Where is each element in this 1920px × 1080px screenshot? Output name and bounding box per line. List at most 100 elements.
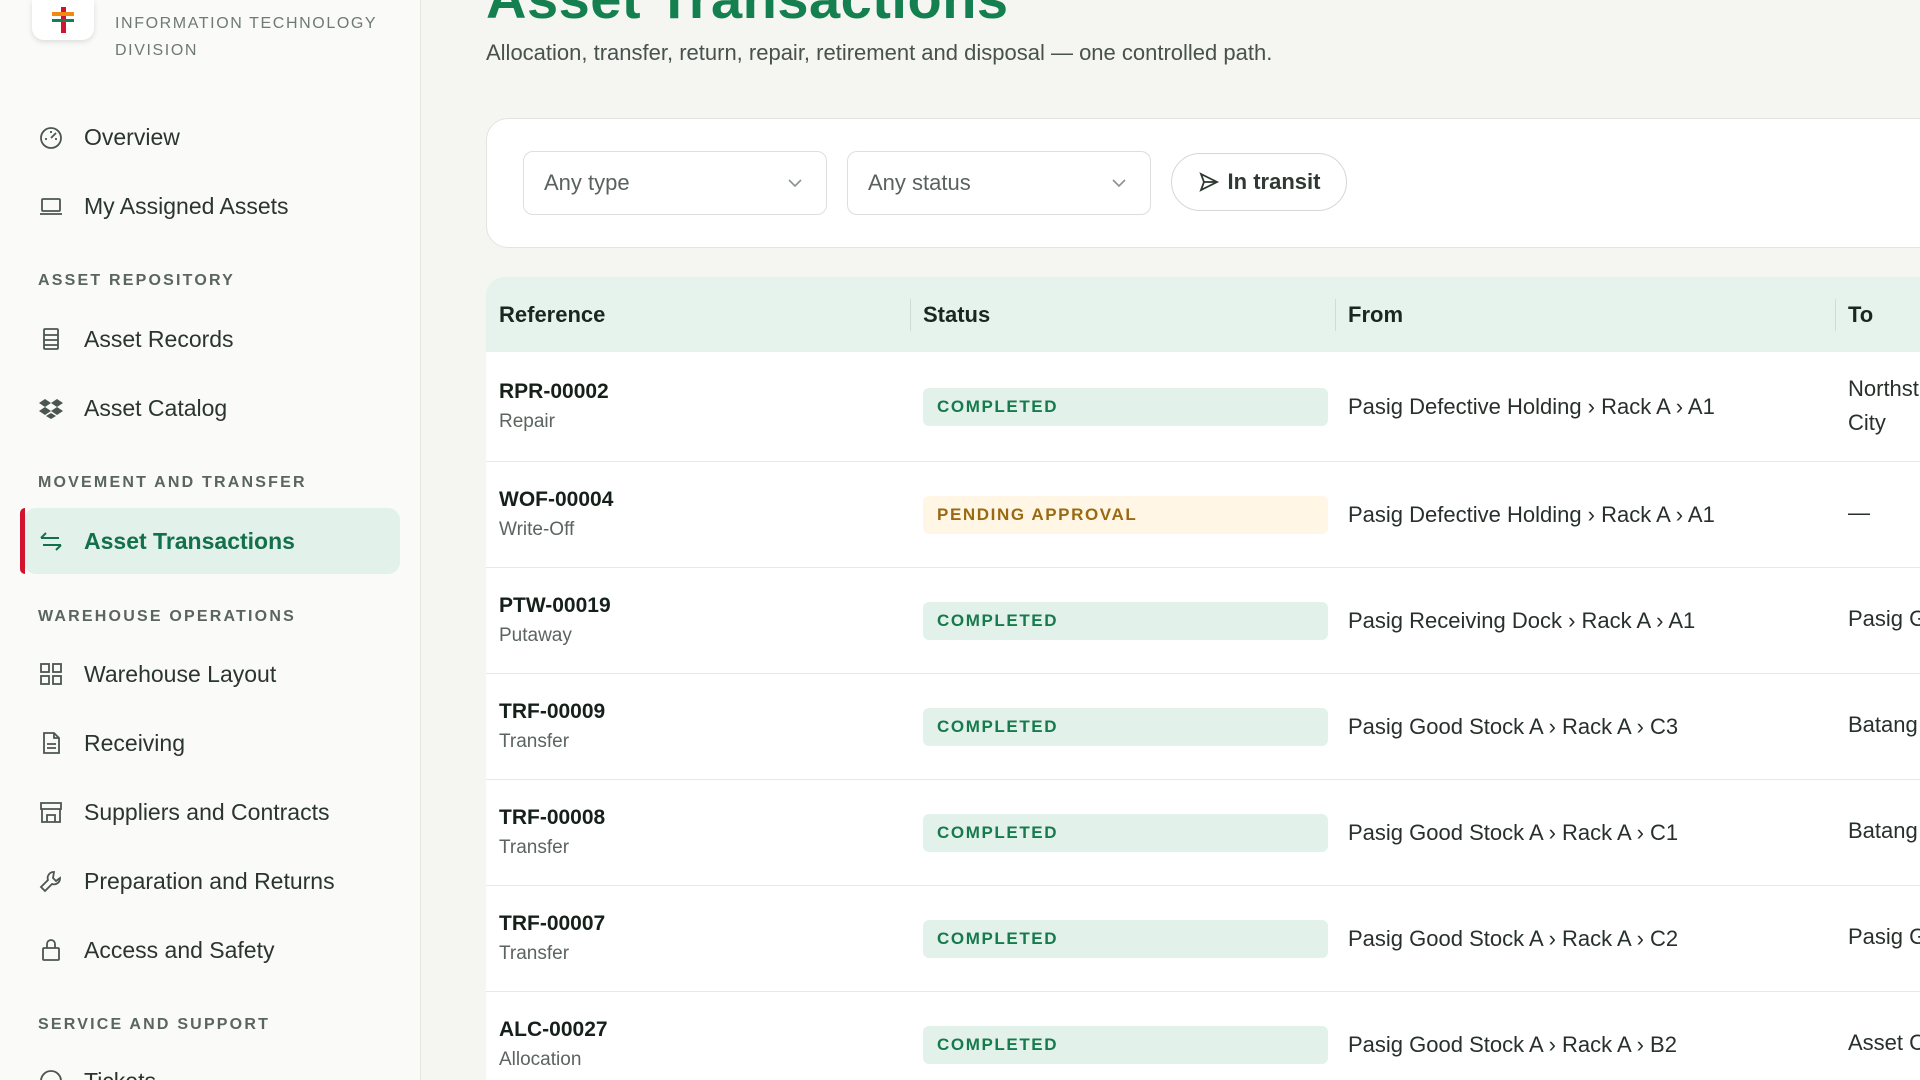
status-badge: COMPLETED [923,920,1328,958]
column-header-reference[interactable]: Reference [499,277,605,352]
from-location: Pasig Defective Holding › Rack A › A1 [1348,502,1715,527]
from-location: Pasig Receiving Dock › Rack A › A1 [1348,608,1696,633]
type-filter-value: Any type [544,170,630,195]
dropbox-icon [38,395,64,421]
sidebar-item-asset-transactions[interactable]: Asset Transactions [20,508,400,574]
type-filter-select[interactable]: Any type [523,151,827,215]
to-location: Pasig G [1848,606,1920,631]
brand-division-line2: DIVISION [115,42,199,59]
transaction-type: Putaway [499,625,572,646]
brand: INFORMATION TECHNOLOGY DIVISION [32,0,376,70]
sidebar-item-label: Asset Catalog [84,394,228,421]
section-label-asset-repository: ASSET REPOSITORY [38,272,236,289]
table-header: Reference Status From To [486,277,1920,352]
to-location: Batang [1848,712,1918,737]
table-row[interactable]: TRF-00007 Transfer COMPLETED Pasig Good … [486,886,1920,992]
laptop-icon [38,193,64,219]
from-location: Pasig Good Stock A › Rack A › B2 [1348,1032,1677,1057]
table-row[interactable]: TRF-00009 Transfer COMPLETED Pasig Good … [486,674,1920,780]
document-icon [38,730,64,756]
status-filter-value: Any status [868,170,971,195]
table-row[interactable]: ALC-00027 Allocation COMPLETED Pasig Goo… [486,992,1920,1080]
reference-code[interactable]: TRF-00009 [499,700,605,724]
to-location: — [1848,500,1870,525]
status-badge: PENDING APPROVAL [923,496,1328,534]
status-badge: COMPLETED [923,1026,1328,1064]
gauge-icon [38,124,64,150]
reference-code[interactable]: WOF-00004 [499,488,613,512]
status-badge: COMPLETED [923,602,1328,640]
transaction-type: Repair [499,411,555,432]
sidebar-item-label: Receiving [84,729,185,756]
transaction-type: Transfer [499,837,570,858]
column-header-status[interactable]: Status [923,277,990,352]
sidebar-item-asset-catalog[interactable]: Asset Catalog [24,375,400,441]
sidebar-item-access-and-safety[interactable]: Access and Safety [24,917,400,983]
in-transit-button[interactable]: In transit [1171,153,1347,211]
sidebar-item-my-assigned-assets[interactable]: My Assigned Assets [24,173,400,239]
status-badge: COMPLETED [923,388,1328,426]
column-header-to[interactable]: To [1848,277,1873,352]
sidebar-item-label: Suppliers and Contracts [84,798,330,825]
sidebar-item-suppliers-and-contracts[interactable]: Suppliers and Contracts [24,779,400,845]
sidebar-item-label: Warehouse Layout [84,660,277,687]
sidebar-item-label: Preparation and Returns [84,867,335,894]
to-location-line2: City [1848,410,1886,435]
to-location-line1: Northst [1848,376,1919,401]
chevron-down-icon [788,179,802,188]
transactions-table: Reference Status From To RPR-00002 Repai… [486,277,1920,1080]
reference-code[interactable]: TRF-00007 [499,912,605,936]
sidebar-item-tickets[interactable]: Tickets [24,1048,400,1080]
sidebar-item-receiving[interactable]: Receiving [24,710,400,776]
company-logo [32,0,94,40]
from-location: Pasig Good Stock A › Rack A › C1 [1348,820,1679,845]
sidebar-item-label: My Assigned Assets [84,192,289,219]
status-filter-select[interactable]: Any status [847,151,1151,215]
table-row[interactable]: PTW-00019 Putaway COMPLETED Pasig Receiv… [486,568,1920,674]
table-row[interactable]: WOF-00004 Write-Off PENDING APPROVAL Pas… [486,462,1920,568]
send-icon [1198,172,1219,192]
sidebar-item-preparation-and-returns[interactable]: Preparation and Returns [24,848,400,914]
sidebar: INFORMATION TECHNOLOGY DIVISION Overview… [0,0,421,1080]
eleven-logo-icon [52,7,74,33]
reference-code[interactable]: PTW-00019 [499,594,611,618]
brand-division: INFORMATION TECHNOLOGY DIVISION [115,10,385,64]
sidebar-item-asset-records[interactable]: Asset Records [24,306,400,372]
chevron-down-icon [1112,179,1126,188]
reference-code[interactable]: TRF-00008 [499,806,605,830]
store-icon [38,799,64,825]
sidebar-item-label: Tickets [84,1068,156,1080]
transaction-type: Transfer [499,943,570,964]
transaction-type: Transfer [499,731,570,752]
ticket-icon [38,1068,64,1080]
section-label-movement-and-transfer: MOVEMENT AND TRANSFER [38,474,307,491]
wrench-icon [38,868,64,894]
reference-code[interactable]: ALC-00027 [499,1018,608,1042]
table-row[interactable]: RPR-00002 Repair COMPLETED Pasig Defecti… [486,352,1920,462]
table-row[interactable]: TRF-00008 Transfer COMPLETED Pasig Good … [486,780,1920,886]
sidebar-item-warehouse-layout[interactable]: Warehouse Layout [24,641,400,707]
sidebar-item-label: Asset Records [84,325,234,352]
grid-icon [38,661,64,687]
column-divider [1335,299,1336,331]
status-badge: COMPLETED [923,814,1328,852]
sidebar-item-label: Asset Transactions [84,527,295,554]
status-badge: COMPLETED [923,708,1328,746]
in-transit-label: In transit [1227,169,1321,194]
column-header-from[interactable]: From [1348,277,1403,352]
lock-icon [38,937,64,963]
from-location: Pasig Defective Holding › Rack A › A1 [1348,394,1715,419]
transfer-icon [38,528,64,554]
section-label-service-and-support: SERVICE AND SUPPORT [38,1016,271,1033]
page-title: Asset Transactions [486,0,1009,31]
reference-code[interactable]: RPR-00002 [499,380,609,404]
to-location: Batang [1848,818,1918,843]
to-location: Pasig G [1848,924,1920,949]
sidebar-item-overview[interactable]: Overview [24,104,400,170]
records-icon [38,326,64,352]
page-subtitle: Allocation, transfer, return, repair, re… [486,40,1273,65]
sidebar-item-label: Overview [84,123,180,150]
transaction-type: Allocation [499,1049,582,1070]
sidebar-item-label: Access and Safety [84,936,275,963]
transaction-type: Write-Off [499,519,575,540]
